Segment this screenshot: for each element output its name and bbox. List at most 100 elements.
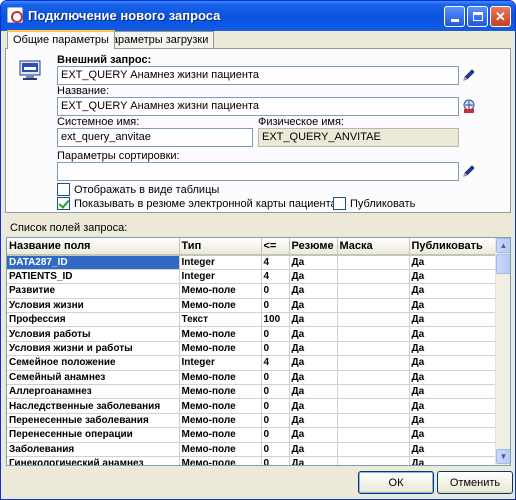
table-row[interactable]: Условия жизни Мемо-поле 0 Да Да bbox=[7, 298, 498, 314]
table-row[interactable]: DATA287_ID Integer 4 Да Да bbox=[7, 255, 498, 270]
cell-publish: Да bbox=[409, 355, 498, 371]
cell-size: 0 bbox=[261, 442, 290, 457]
cell-publish: Да bbox=[409, 370, 498, 386]
cell-summary: Да bbox=[289, 398, 338, 414]
cell-field-name: Аллергоанамнез bbox=[7, 384, 180, 400]
cell-size: 0 bbox=[261, 326, 290, 342]
cell-publish: Да bbox=[409, 427, 498, 443]
cell-field-name: Условия работы bbox=[7, 326, 180, 342]
maximize-button[interactable] bbox=[467, 6, 488, 27]
show-in-summary-checkbox[interactable] bbox=[57, 197, 70, 210]
scroll-down-button[interactable]: ▼ bbox=[496, 449, 510, 464]
fields-table: Название поля Тип <= Резюме Маска Публик… bbox=[7, 238, 498, 465]
cell-mask bbox=[337, 341, 410, 357]
col-header-mask[interactable]: Маска bbox=[337, 238, 410, 256]
col-header-type[interactable]: Тип bbox=[179, 238, 262, 256]
publish-checkbox[interactable] bbox=[333, 197, 346, 210]
table-row[interactable]: Семейный анамнез Мемо-поле 0 Да Да bbox=[7, 370, 498, 386]
cell-publish: Да bbox=[409, 341, 498, 357]
show-as-table-checkbox[interactable] bbox=[57, 183, 70, 196]
cell-size: 4 bbox=[261, 355, 290, 371]
tab-load-params[interactable]: Параметры загрузки bbox=[98, 31, 215, 48]
cell-type: Мемо-поле bbox=[179, 298, 262, 314]
minimize-button[interactable] bbox=[444, 6, 465, 27]
dialog-window: Подключение нового запроса ✕ Общие парам… bbox=[0, 0, 516, 500]
cell-summary: Да bbox=[289, 326, 338, 342]
table-row[interactable]: Заболевания Мемо-поле 0 Да Да bbox=[7, 442, 498, 457]
cancel-button[interactable]: Отменить bbox=[437, 471, 513, 494]
cell-field-name: DATA287_ID bbox=[7, 255, 180, 270]
external-query-icon bbox=[19, 60, 41, 80]
cell-publish: Да bbox=[409, 298, 498, 314]
cell-summary: Да bbox=[289, 456, 338, 465]
vertical-scrollbar[interactable]: ▲ ▼ bbox=[495, 238, 510, 465]
cell-mask bbox=[337, 355, 410, 371]
cell-field-name: Семейное положение bbox=[7, 355, 180, 371]
table-row[interactable]: Наследственные заболевания Мемо-поле 0 Да Да bbox=[7, 398, 498, 414]
cell-type: Мемо-поле bbox=[179, 398, 262, 414]
table-row[interactable]: Аллергоанамнез Мемо-поле 0 Да Да bbox=[7, 384, 498, 400]
cell-mask bbox=[337, 413, 410, 429]
external-query-label: Внешний запрос: bbox=[57, 54, 152, 66]
fields-header-row: Название поля Тип <= Резюме Маска Публик… bbox=[7, 238, 498, 256]
cell-mask bbox=[337, 398, 410, 414]
title-bar[interactable]: Подключение нового запроса ✕ bbox=[1, 1, 515, 31]
scroll-up-button[interactable]: ▲ bbox=[496, 238, 510, 253]
cell-summary: Да bbox=[289, 384, 338, 400]
table-row[interactable]: Семейное положение Integer 4 Да Да bbox=[7, 355, 498, 371]
cell-mask bbox=[337, 312, 410, 328]
table-row[interactable]: Развитие Мемо-поле 0 Да Да bbox=[7, 283, 498, 299]
table-row[interactable]: Профессия Текст 100 Да Да bbox=[7, 312, 498, 328]
cell-size: 0 bbox=[261, 370, 290, 386]
table-row[interactable]: Гинекологический анамнез Мемо-поле 0 Да Да bbox=[7, 456, 498, 465]
cell-type: Мемо-поле bbox=[179, 427, 262, 443]
close-icon: ✕ bbox=[495, 9, 506, 24]
col-header-publish[interactable]: Публиковать bbox=[409, 238, 498, 256]
edit-sort-pencil-icon[interactable] bbox=[462, 164, 476, 178]
name-label: Название: bbox=[57, 85, 110, 97]
ok-button[interactable]: ОК bbox=[358, 471, 434, 494]
publish-checkbox-row[interactable]: Публиковать bbox=[333, 197, 415, 210]
col-header-summary[interactable]: Резюме bbox=[289, 238, 338, 256]
cell-summary: Да bbox=[289, 355, 338, 371]
cell-summary: Да bbox=[289, 283, 338, 299]
cell-size: 0 bbox=[261, 283, 290, 299]
tab-general-params[interactable]: Общие параметры bbox=[7, 30, 115, 49]
table-row[interactable]: PATIENTS_ID Integer 4 Да Да bbox=[7, 269, 498, 285]
cell-summary: Да bbox=[289, 298, 338, 314]
window-title: Подключение нового запроса bbox=[28, 8, 221, 23]
col-header-size[interactable]: <= bbox=[261, 238, 290, 256]
physical-name-label: Физическое имя: bbox=[258, 116, 344, 128]
rename-icon[interactable] bbox=[461, 98, 477, 114]
publish-label: Публиковать bbox=[350, 197, 416, 210]
cell-type: Мемо-поле bbox=[179, 456, 262, 465]
cell-summary: Да bbox=[289, 413, 338, 429]
scroll-thumb[interactable] bbox=[496, 254, 510, 274]
scroll-up-icon: ▲ bbox=[499, 241, 508, 250]
table-row[interactable]: Условия работы Мемо-поле 0 Да Да bbox=[7, 326, 498, 342]
cell-type: Мемо-поле bbox=[179, 384, 262, 400]
name-field[interactable]: EXT_QUERY Анамнез жизни пациента bbox=[57, 97, 459, 116]
table-row[interactable]: Перенесенные заболевания Мемо-поле 0 Да Да bbox=[7, 413, 498, 429]
cell-mask bbox=[337, 255, 410, 270]
edit-pencil-icon[interactable] bbox=[462, 68, 476, 82]
cell-size: 0 bbox=[261, 413, 290, 429]
fields-list-caption: Список полей запроса: bbox=[10, 222, 128, 234]
cell-publish: Да bbox=[409, 326, 498, 342]
show-as-table-checkbox-row[interactable]: Отображать в виде таблицы bbox=[57, 183, 219, 196]
cell-size: 0 bbox=[261, 398, 290, 414]
cell-field-name: Условия жизни bbox=[7, 298, 180, 314]
scroll-down-icon: ▼ bbox=[499, 452, 508, 461]
table-row[interactable]: Условия жизни и работы Мемо-поле 0 Да Да bbox=[7, 341, 498, 357]
table-row[interactable]: Перенесенные операции Мемо-поле 0 Да Да bbox=[7, 427, 498, 443]
general-params-panel: Внешний запрос: EXT_QUERY Анамнез жизни … bbox=[5, 48, 511, 213]
close-button[interactable]: ✕ bbox=[490, 6, 511, 27]
show-in-summary-checkbox-row[interactable]: Показывать в резюме электронной карты па… bbox=[57, 197, 337, 210]
system-name-field[interactable]: ext_query_anvitae bbox=[57, 128, 253, 147]
col-header-field-name[interactable]: Название поля bbox=[7, 238, 180, 256]
external-query-field[interactable]: EXT_QUERY Анамнез жизни пациента bbox=[57, 66, 459, 85]
fields-grid[interactable]: Название поля Тип <= Резюме Маска Публик… bbox=[6, 237, 511, 466]
cell-size: 0 bbox=[261, 341, 290, 357]
sort-params-field[interactable] bbox=[57, 162, 459, 181]
cell-type: Мемо-поле bbox=[179, 370, 262, 386]
